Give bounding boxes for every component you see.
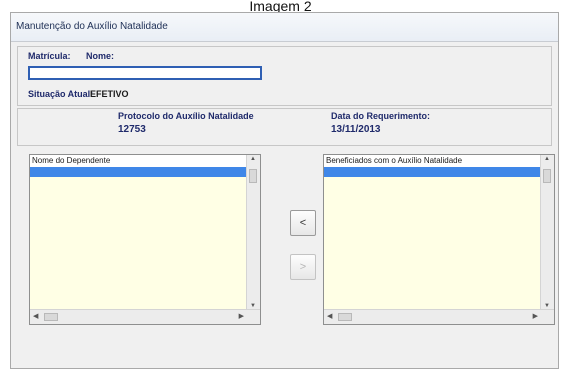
- scroll-right-icon[interactable]: ▶: [533, 312, 538, 320]
- dependentes-list[interactable]: Nome do Dependente ▲ ▼ ◀ ▶: [29, 154, 261, 325]
- situacao-value: EFETIVO: [90, 89, 129, 99]
- scroll-up-icon[interactable]: ▲: [544, 156, 550, 162]
- list-item[interactable]: [324, 167, 540, 177]
- beneficiados-list[interactable]: Beneficiados com o Auxílio Natalidade ▲ …: [323, 154, 555, 325]
- scroll-thumb[interactable]: [338, 313, 352, 321]
- scroll-left-icon[interactable]: ◀: [33, 312, 38, 320]
- scroll-left-icon[interactable]: ◀: [327, 312, 332, 320]
- horizontal-scrollbar[interactable]: ◀ ▶: [324, 309, 554, 324]
- scroll-thumb[interactable]: [249, 169, 257, 183]
- protocolo-value: 12753: [118, 124, 146, 135]
- data-requerimento-value: 13/11/2013: [331, 124, 381, 135]
- situacao-label: Situação Atual:: [28, 89, 94, 99]
- nome-field[interactable]: [28, 66, 262, 80]
- move-left-button[interactable]: <: [290, 210, 316, 236]
- move-right-button[interactable]: >: [290, 254, 316, 280]
- window-title: Manutenção do Auxílio Natalidade: [11, 13, 558, 42]
- horizontal-scrollbar[interactable]: ◀ ▶: [30, 309, 260, 324]
- data-requerimento-label: Data do Requerimento:: [331, 111, 431, 121]
- scroll-right-icon[interactable]: ▶: [239, 312, 244, 320]
- image-caption: Imagem 2: [249, 0, 312, 12]
- scroll-up-icon[interactable]: ▲: [250, 156, 256, 162]
- protocolo-label: Protocolo do Auxílio Natalidade: [118, 111, 254, 121]
- matricula-label: Matrícula:: [28, 51, 71, 61]
- employee-panel: Matrícula: Nome: Situação Atual: EFETIVO: [17, 46, 552, 106]
- scroll-thumb[interactable]: [44, 313, 58, 321]
- nome-label: Nome:: [86, 51, 115, 61]
- vertical-scrollbar[interactable]: ▲ ▼: [540, 155, 554, 310]
- scroll-thumb[interactable]: [543, 169, 551, 183]
- vertical-scrollbar[interactable]: ▲ ▼: [246, 155, 260, 310]
- protocol-panel: Protocolo do Auxílio Natalidade 12753 Da…: [17, 108, 552, 146]
- natalidade-window: Manutenção do Auxílio Natalidade Matrícu…: [10, 12, 559, 369]
- list-item[interactable]: [30, 167, 246, 177]
